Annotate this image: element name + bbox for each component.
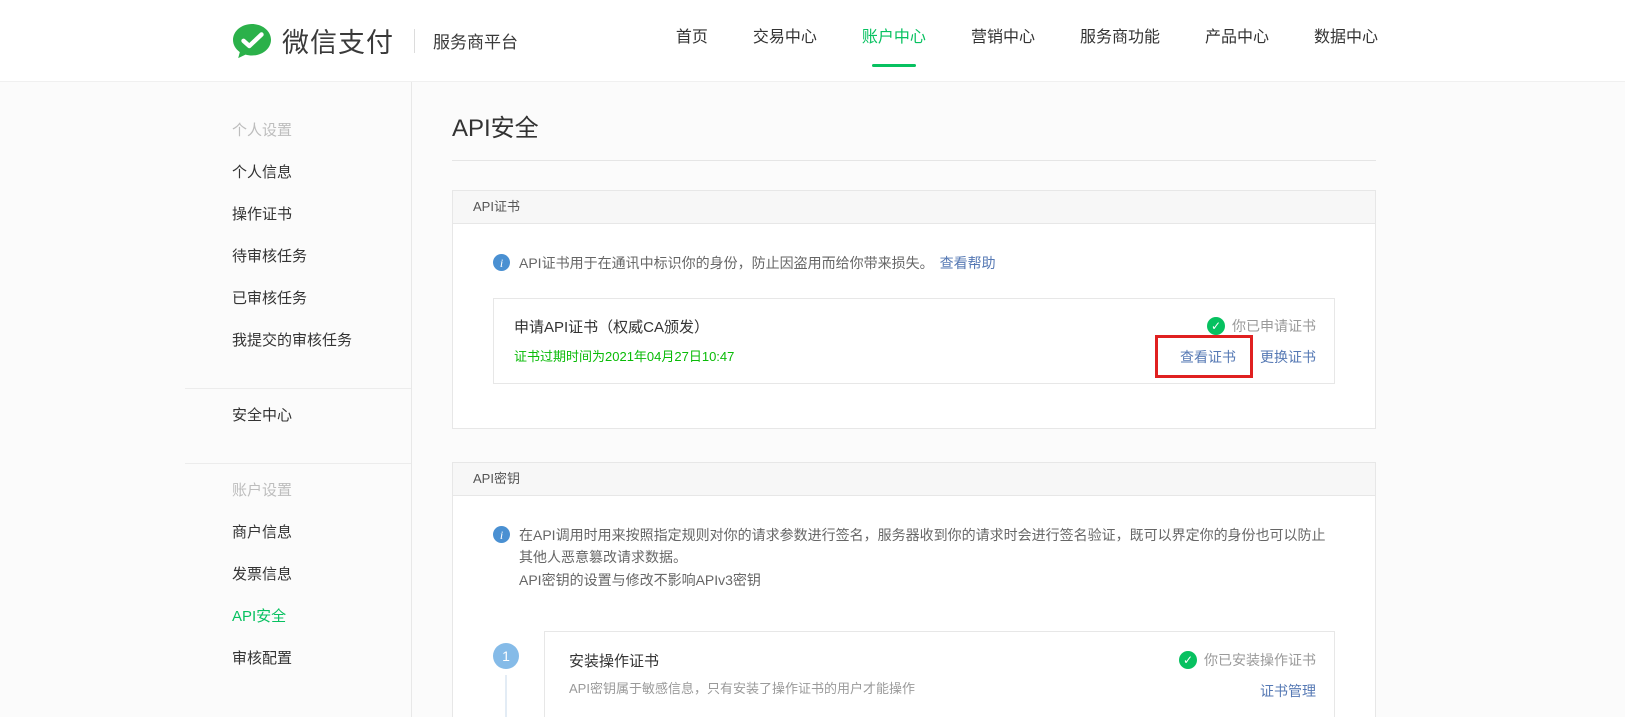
api-key-info-row: i 在API调用时用来按照指定规则对你的请求参数进行签名，服务器收到你的请求时会… xyxy=(493,524,1335,591)
api-key-info-text: 在API调用时用来按照指定规则对你的请求参数进行签名，服务器收到你的请求时会进行… xyxy=(519,527,1326,565)
main-content: API安全 API证书 i API证书用于在通讯中标识你的身份，防止因盗用而给你… xyxy=(412,82,1625,717)
cert-applied-status: 你已申请证书 xyxy=(1232,318,1316,334)
info-icon: i xyxy=(493,254,510,271)
api-cert-info-text: API证书用于在通讯中标识你的身份，防止因盗用而给你带来损失。 xyxy=(519,255,934,271)
sidebar-item-pending-review-tasks[interactable]: 待审核任务 xyxy=(232,234,411,276)
sidebar-group-personal-settings: 个人设置 xyxy=(232,121,293,139)
sidebar-item-api-security[interactable]: API安全 xyxy=(232,594,411,636)
cert-expiry-text: 证书过期时间为2021年04月27日10:47 xyxy=(514,349,735,364)
sidebar-item-personal-info[interactable]: 个人信息 xyxy=(232,150,411,192)
top-header: 微信支付 服务商平台 首页 交易中心 账户中心 营销中心 服务商功能 产品中心 … xyxy=(0,0,1625,82)
view-cert-link[interactable]: 查看证书 xyxy=(1180,349,1236,365)
cert-installed-status: 你已安装操作证书 xyxy=(1204,652,1316,668)
nav-home[interactable]: 首页 xyxy=(676,15,708,67)
top-nav: 首页 交易中心 账户中心 营销中心 服务商功能 产品中心 数据中心 xyxy=(676,15,1378,67)
cert-box-title: 申请API证书（权威CA颁发） xyxy=(514,319,710,336)
brand-divider xyxy=(414,28,415,53)
api-key-info-note: API密钥的设置与修改不影响APIv3密钥 xyxy=(519,572,761,588)
step-box-right: ✓ 你已安装操作证书 证书管理 xyxy=(1179,650,1316,717)
api-cert-section-title: API证书 xyxy=(453,191,1375,224)
sidebar-item-operation-cert[interactable]: 操作证书 xyxy=(232,192,411,234)
platform-label: 服务商平台 xyxy=(433,33,518,52)
sidebar-item-security-center[interactable]: 安全中心 xyxy=(232,393,411,435)
step-status-row: ✓ 你已安装操作证书 xyxy=(1179,650,1316,670)
brand: 微信支付 服务商平台 xyxy=(232,21,518,60)
step-box-left: 安装操作证书 API密钥属于敏感信息，只有安装了操作证书的用户才能操作 xyxy=(569,650,915,717)
page-title: API安全 xyxy=(452,115,539,142)
nav-data-center[interactable]: 数据中心 xyxy=(1314,15,1378,67)
check-circle-icon: ✓ xyxy=(1179,651,1197,669)
sidebar-item-review-config[interactable]: 审核配置 xyxy=(232,636,411,678)
replace-cert-link[interactable]: 更换证书 xyxy=(1260,347,1316,367)
cert-box-left: 申请API证书（权威CA颁发） 证书过期时间为2021年04月27日10:47 xyxy=(514,316,734,367)
wechat-pay-logo-icon xyxy=(232,23,272,59)
view-help-link[interactable]: 查看帮助 xyxy=(940,252,996,274)
nav-service-provider-features[interactable]: 服务商功能 xyxy=(1080,15,1160,67)
step-box: 安装操作证书 API密钥属于敏感信息，只有安装了操作证书的用户才能操作 ✓ 你已… xyxy=(544,631,1335,717)
title-divider xyxy=(452,160,1376,161)
nav-account-center[interactable]: 账户中心 xyxy=(862,15,926,67)
cert-status-box: 申请API证书（权威CA颁发） 证书过期时间为2021年04月27日10:47 … xyxy=(493,298,1335,384)
logo-text: 微信支付 xyxy=(282,28,394,58)
cert-status-row: ✓ 你已申请证书 xyxy=(1207,316,1316,336)
nav-transaction-center[interactable]: 交易中心 xyxy=(753,15,817,67)
sidebar-divider xyxy=(185,388,411,389)
nav-product-center[interactable]: 产品中心 xyxy=(1205,15,1269,67)
step-description: API密钥属于敏感信息，只有安装了操作证书的用户才能操作 xyxy=(569,681,915,696)
sidebar: 个人设置 个人信息 操作证书 待审核任务 已审核任务 我提交的审核任务 安全中心… xyxy=(0,82,412,717)
step-marker: 1 xyxy=(493,631,544,717)
sidebar-item-invoice-info[interactable]: 发票信息 xyxy=(232,552,411,594)
api-cert-info-row: i API证书用于在通讯中标识你的身份，防止因盗用而给你带来损失。 查看帮助 xyxy=(493,252,1335,274)
sidebar-group-account-settings: 账户设置 xyxy=(232,481,293,499)
step-install-cert: 1 安装操作证书 API密钥属于敏感信息，只有安装了操作证书的用户才能操作 ✓ xyxy=(493,631,1335,717)
info-icon: i xyxy=(493,526,510,543)
sidebar-divider xyxy=(185,463,411,464)
cert-box-right: ✓ 你已申请证书 查看证书 更换证书 xyxy=(1155,316,1316,378)
api-key-section: API密钥 i 在API调用时用来按照指定规则对你的请求参数进行签名，服务器收到… xyxy=(452,462,1376,717)
step-title: 安装操作证书 xyxy=(569,653,660,670)
check-circle-icon: ✓ xyxy=(1207,317,1225,335)
sidebar-item-reviewed-tasks[interactable]: 已审核任务 xyxy=(232,276,411,318)
api-key-section-title: API密钥 xyxy=(453,463,1375,496)
api-cert-section: API证书 i API证书用于在通讯中标识你的身份，防止因盗用而给你带来损失。 … xyxy=(452,190,1376,429)
cert-management-link[interactable]: 证书管理 xyxy=(1260,681,1316,701)
step-number-badge: 1 xyxy=(493,643,519,669)
nav-marketing-center[interactable]: 营销中心 xyxy=(971,15,1035,67)
sidebar-item-my-submitted-review-tasks[interactable]: 我提交的审核任务 xyxy=(232,318,411,360)
sidebar-item-merchant-info[interactable]: 商户信息 xyxy=(232,510,411,552)
step-connector-line xyxy=(505,675,507,717)
